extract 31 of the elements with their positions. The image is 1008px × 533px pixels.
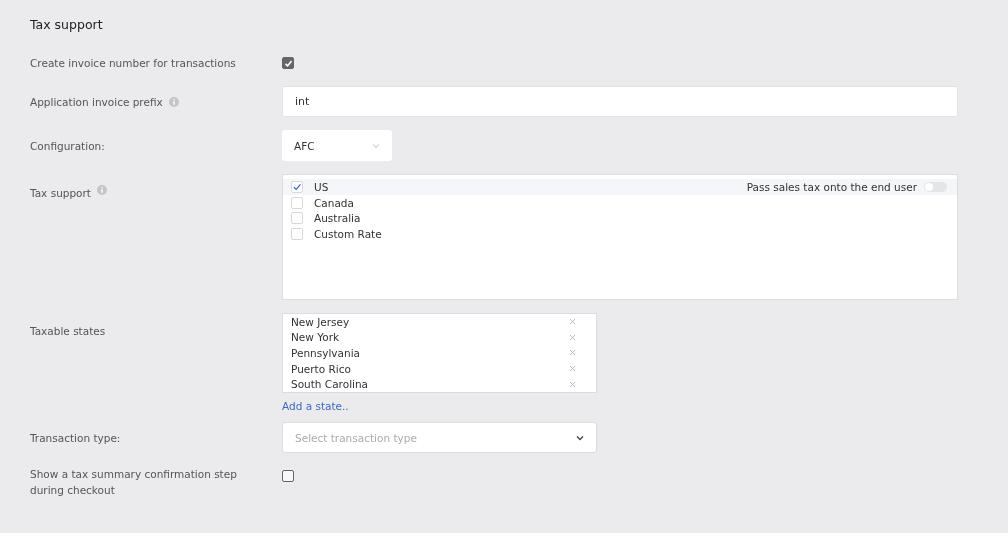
text-field[interactable]: int [282,86,958,117]
remove-icon[interactable] [569,349,576,357]
tag-label: Pennsylvania [291,347,360,359]
chevron-icon [372,142,380,149]
field-label: Configuration: [30,138,105,154]
add-link[interactable]: Add a state.. [282,399,349,413]
tag-label: South Carolina [291,378,369,391]
field-label: Taxable states [30,324,106,339]
option-label: Custom Rate [314,227,382,240]
field-label: Transaction type: [30,430,121,446]
option-label: Australia [314,212,361,225]
toggle-label: Pass sales tax onto the end user [746,180,917,193]
field-label: Tax support [30,186,91,201]
remove-icon[interactable] [569,333,576,341]
toggle-switch[interactable] [924,181,947,192]
field-label: Application invoice prefix [30,94,163,110]
field-label: Show a tax summary confirmation step during checkout [30,467,238,498]
field-label: Create invoice number for transactions [30,56,236,71]
checkbox[interactable] [282,57,294,69]
option-label: Canada [314,196,354,209]
option-label: US [314,180,329,193]
section-title: Tax support [30,16,104,34]
chevron-icon [576,434,584,441]
remove-icon[interactable] [569,380,576,388]
tag-label: New Jersey [291,315,350,328]
checkbox[interactable] [282,470,294,482]
dropdown[interactable]: AFC [282,130,392,161]
tag-label: New York [291,331,340,344]
remove-icon[interactable] [569,318,576,326]
remove-icon[interactable] [569,365,576,373]
tag-label: Puerto Rico [291,362,351,375]
